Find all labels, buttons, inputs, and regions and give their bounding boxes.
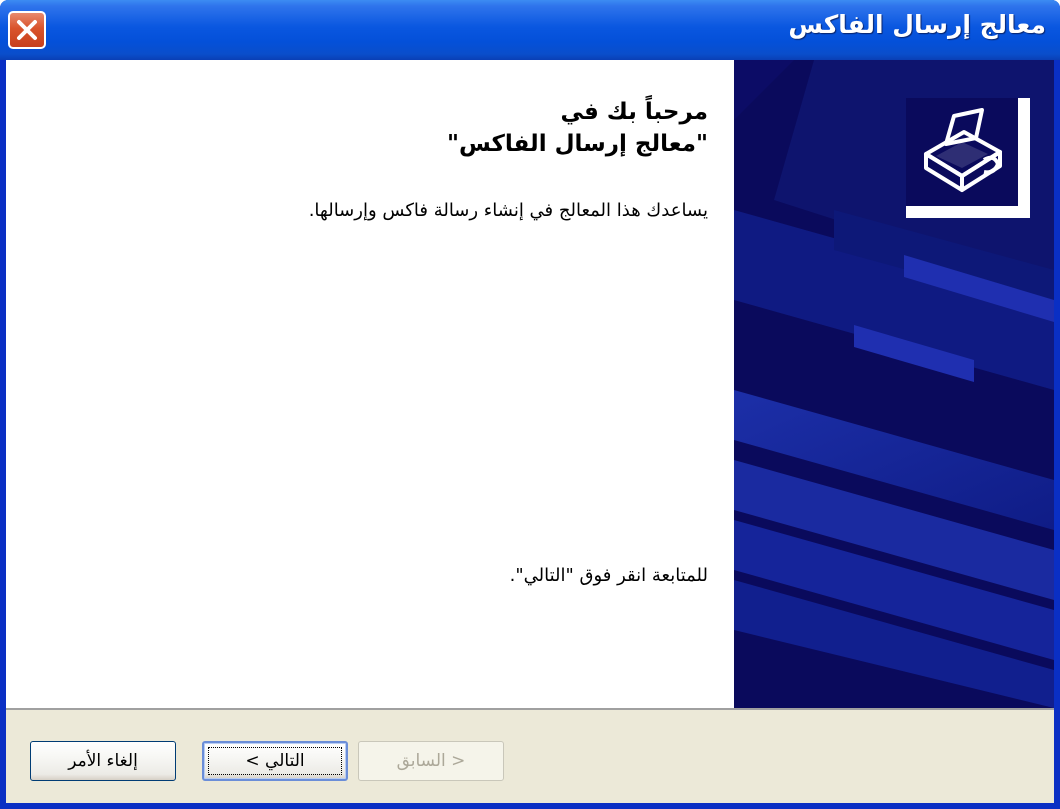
- wizard-description: يساعدك هذا المعالج في إنشاء رسالة فاكس و…: [308, 200, 708, 221]
- button-bar: إلغاء الأمر التالي > < السابق: [6, 710, 1054, 803]
- welcome-heading: مرحباً بك في "معالج إرسال الفاكس": [447, 96, 708, 160]
- window-frame-bottom: [0, 803, 1060, 809]
- fax-machine-icon: [906, 98, 1030, 218]
- next-button[interactable]: التالي >: [202, 741, 348, 781]
- welcome-text-area: مرحباً بك في "معالج إرسال الفاكس" يساعدك…: [36, 60, 716, 708]
- side-panel-graphic: [734, 60, 1054, 708]
- close-button[interactable]: [8, 11, 46, 49]
- continue-hint: للمتابعة انقر فوق "التالي".: [509, 565, 708, 586]
- title-bar[interactable]: معالج إرسال الفاكس: [0, 0, 1060, 60]
- fax-wizard-window: معالج إرسال الفاكس مرحباً بك في "معالج إ…: [0, 0, 1060, 809]
- welcome-line-2: "معالج إرسال الفاكس": [447, 131, 708, 157]
- welcome-line-1: مرحباً بك في: [560, 99, 708, 125]
- wizard-content: مرحباً بك في "معالج إرسال الفاكس" يساعدك…: [6, 60, 1054, 708]
- close-icon: [17, 20, 37, 40]
- next-button-label: التالي >: [245, 751, 305, 771]
- back-button[interactable]: < السابق: [358, 741, 504, 781]
- window-title: معالج إرسال الفاكس: [788, 10, 1046, 39]
- cancel-button[interactable]: إلغاء الأمر: [30, 741, 176, 781]
